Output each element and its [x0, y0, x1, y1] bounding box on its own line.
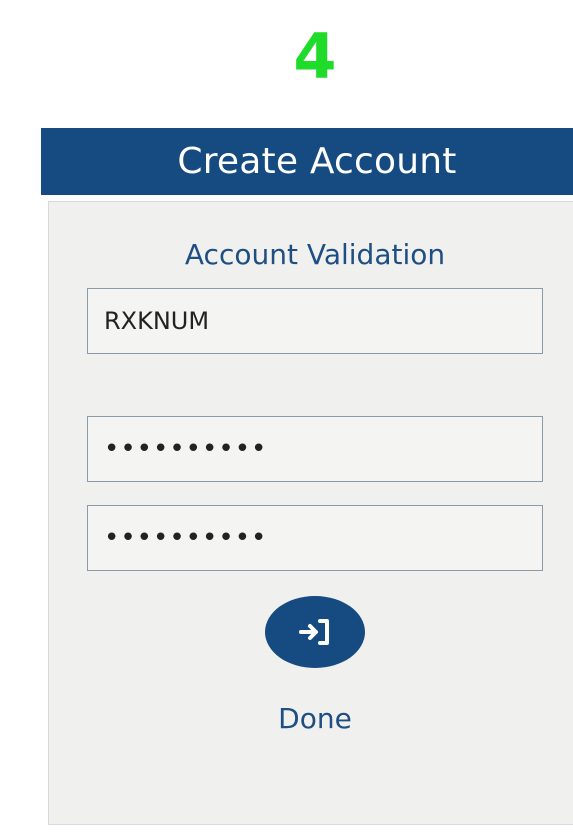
section-title: Account Validation: [184, 238, 446, 271]
create-account-screen: 4 Create Account Account Validation Done: [0, 0, 573, 836]
header-bar: Create Account: [41, 128, 573, 195]
page-title: Create Account: [177, 141, 457, 182]
confirm-password-field[interactable]: [87, 505, 543, 571]
account-validation-card: Account Validation Done: [48, 201, 573, 825]
account-number-field[interactable]: [87, 288, 543, 354]
step-number: 4: [293, 20, 337, 93]
sign-in-icon: [298, 617, 332, 647]
password-field[interactable]: [87, 416, 543, 482]
done-label: Done: [278, 702, 352, 735]
done-button[interactable]: [265, 596, 365, 668]
